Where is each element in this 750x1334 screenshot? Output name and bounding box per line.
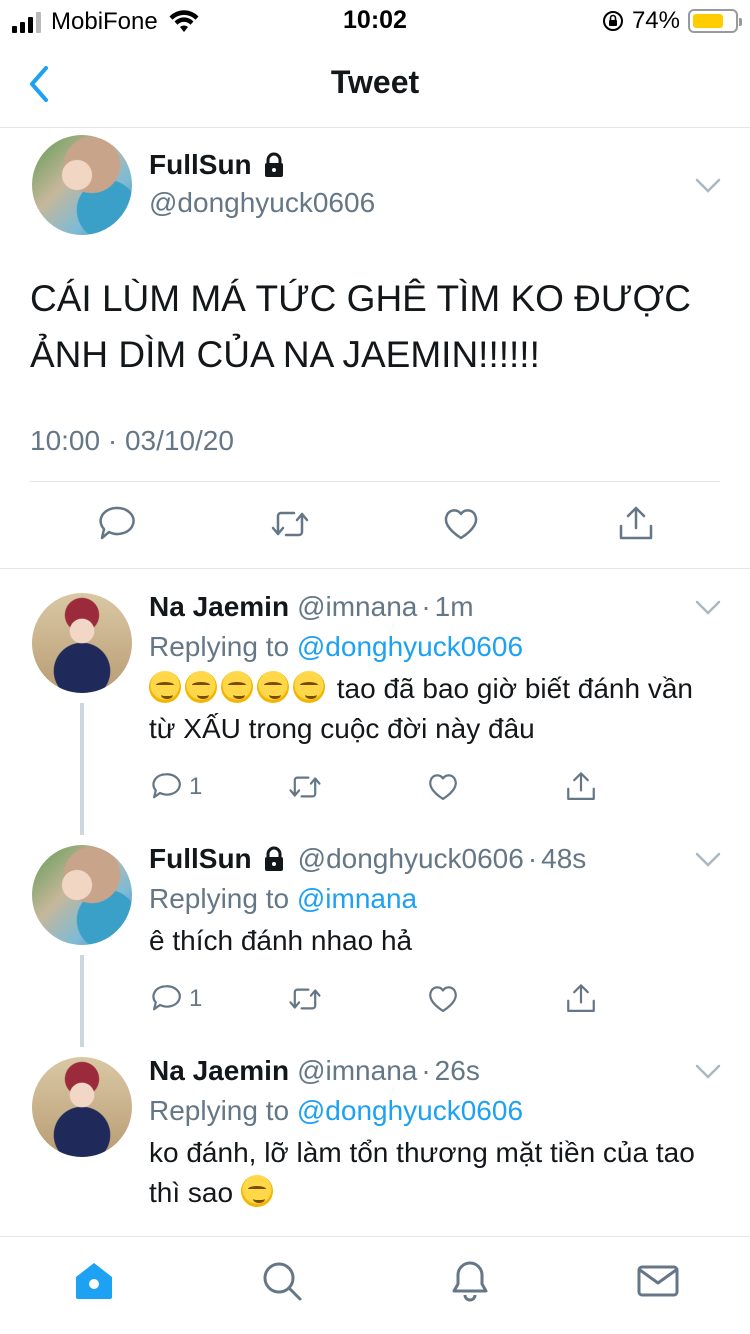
replying-to: Replying to @donghyuck0606 xyxy=(149,631,524,662)
tweet-actions: 1 xyxy=(149,769,709,809)
reply-button[interactable]: 1 xyxy=(149,769,202,805)
smirk-emoji-icon xyxy=(221,671,253,703)
retweet-button[interactable] xyxy=(288,769,322,805)
like-icon xyxy=(429,986,457,1013)
lock-icon xyxy=(264,846,283,871)
share-icon xyxy=(567,984,595,1013)
tab-bar xyxy=(0,1236,750,1334)
tweet-time: 48s xyxy=(541,843,587,874)
tweet-text: ko đánh, lỡ làm tổn thương mặt tiền của … xyxy=(149,1137,695,1208)
avatar[interactable] xyxy=(32,845,132,945)
nav-bar: Tweet xyxy=(0,40,750,128)
reply-tweet[interactable]: Na Jaemin @imnana · 26s Replying to @don… xyxy=(0,1035,750,1235)
author-handle[interactable]: @donghyuck0606 xyxy=(149,187,375,219)
separator-dot: · xyxy=(421,1055,431,1086)
mention-link[interactable]: @donghyuck0606 xyxy=(297,631,523,662)
smirk-emoji-icon xyxy=(185,671,217,703)
retweet-icon[interactable] xyxy=(270,504,310,544)
rotation-lock-icon xyxy=(602,11,623,31)
like-icon[interactable] xyxy=(441,504,481,544)
bell-icon[interactable] xyxy=(448,1259,492,1303)
reply-tweet[interactable]: FullSun @donghyuck0606 · 48s Replying to… xyxy=(0,823,750,1047)
thread-line xyxy=(80,955,84,1047)
replying-to: Replying to @donghyuck0606 xyxy=(149,1095,524,1126)
like-button[interactable] xyxy=(426,769,460,805)
share-button[interactable] xyxy=(564,769,598,805)
smirk-emoji-icon xyxy=(149,671,181,703)
avatar[interactable] xyxy=(32,593,132,693)
tweet-actions xyxy=(0,504,750,548)
avatar[interactable] xyxy=(32,1057,132,1157)
reply-button[interactable]: 1 xyxy=(149,981,202,1017)
reply-count: 1 xyxy=(189,773,203,800)
status-bar: MobiFone 10:02 74% xyxy=(0,0,750,40)
tweet-time: 1m xyxy=(434,591,474,622)
reply-count: 1 xyxy=(189,985,203,1012)
thread-line xyxy=(80,703,84,835)
like-icon xyxy=(429,774,457,801)
share-button[interactable] xyxy=(564,981,598,1017)
author-handle[interactable]: @imnana xyxy=(297,591,417,623)
share-icon[interactable] xyxy=(616,504,656,544)
separator-dot: · xyxy=(527,843,538,874)
main-tweet: FullSun @donghyuck0606 CÁI LÙM MÁ TỨC GH… xyxy=(0,129,750,569)
tweet-text: tao đã bao giờ biết đánh vần từ XẤU tron… xyxy=(149,671,693,744)
smirk-emoji-icon xyxy=(257,671,289,703)
like-button[interactable] xyxy=(426,981,460,1017)
author-name[interactable]: Na Jaemin xyxy=(149,1055,289,1087)
tweet-text: CÁI LÙM MÁ TỨC GHÊ TÌM KO ĐƯỢC ẢNH DÌM C… xyxy=(30,278,691,375)
tweet-actions: 1 xyxy=(149,981,709,1021)
reply-tweet[interactable]: Na Jaemin @imnana · 1m Replying to @dong… xyxy=(0,571,750,835)
search-icon[interactable] xyxy=(260,1259,304,1303)
reply-icon xyxy=(152,773,181,799)
author-name[interactable]: FullSun xyxy=(149,843,252,875)
retweet-icon xyxy=(289,988,321,1010)
smirk-emoji-icon xyxy=(240,1175,273,1207)
share-icon xyxy=(567,772,595,801)
home-icon[interactable] xyxy=(72,1259,116,1303)
mail-icon[interactable] xyxy=(636,1259,680,1303)
avatar[interactable] xyxy=(32,135,132,235)
divider xyxy=(30,481,720,482)
separator-dot: · xyxy=(421,591,431,622)
chevron-down-icon[interactable] xyxy=(694,1063,722,1081)
lock-icon xyxy=(264,152,283,177)
mention-link[interactable]: @donghyuck0606 xyxy=(297,1095,523,1126)
tweet-text: ê thích đánh nhao hả xyxy=(149,925,413,956)
chevron-down-icon[interactable] xyxy=(694,851,722,869)
chevron-down-icon[interactable] xyxy=(694,177,722,195)
author-handle[interactable]: @imnana xyxy=(297,1055,417,1087)
smirk-emoji-icon xyxy=(293,671,325,703)
battery-percent: 74% xyxy=(631,7,680,34)
retweet-button[interactable] xyxy=(288,981,322,1017)
author-handle[interactable]: @donghyuck0606 xyxy=(298,843,524,875)
retweet-icon xyxy=(289,776,321,798)
replying-to: Replying to @imnana xyxy=(149,883,418,914)
author-name[interactable]: Na Jaemin xyxy=(149,591,289,623)
chevron-down-icon[interactable] xyxy=(694,599,722,617)
tweet-timestamp: 10:00 · 03/10/20 xyxy=(30,425,234,456)
tweet-time: 26s xyxy=(434,1055,480,1086)
battery-icon xyxy=(688,9,742,33)
author-name[interactable]: FullSun xyxy=(149,149,252,181)
reply-icon xyxy=(152,985,181,1011)
page-title: Tweet xyxy=(330,64,420,100)
mention-link[interactable]: @imnana xyxy=(297,883,417,914)
reply-icon[interactable] xyxy=(97,504,137,544)
